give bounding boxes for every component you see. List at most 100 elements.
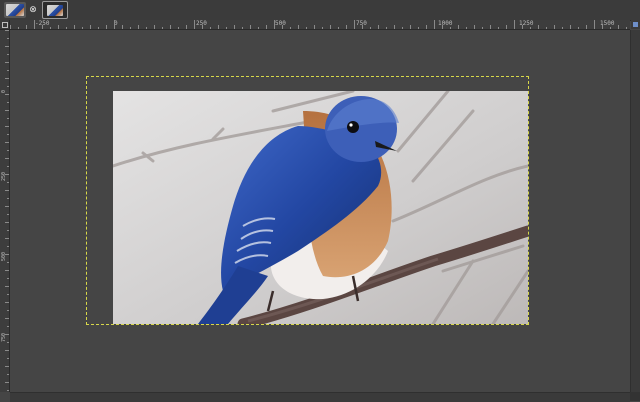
- ruler-tick: [138, 25, 139, 29]
- ruler-tick: [7, 358, 9, 359]
- ruler-tick: [530, 27, 531, 29]
- ruler-tick: [7, 246, 9, 247]
- ruler-tick: [5, 158, 9, 159]
- ruler-tick: [450, 27, 451, 29]
- ruler-tick: [370, 27, 371, 29]
- ruler-tick: [5, 286, 9, 287]
- ruler-tick: [586, 25, 587, 29]
- ruler-tick: [538, 25, 539, 29]
- ruler-tick: [5, 126, 9, 127]
- ruler-tick: [274, 20, 275, 29]
- ruler-tick: [98, 27, 99, 29]
- ruler-tick: [5, 366, 9, 367]
- ruler-tick: [5, 254, 9, 255]
- ruler-tick: [202, 25, 203, 29]
- ruler-tick: [410, 25, 411, 29]
- image-tab-2-active[interactable]: [42, 1, 68, 19]
- horizontal-ruler[interactable]: -250 0 250 500 750 1000 1250 1500: [10, 20, 630, 30]
- ruler-tick: [506, 25, 507, 29]
- ruler-tick: [5, 238, 9, 239]
- ruler-tick: [178, 27, 179, 29]
- quick-mask-toggle[interactable]: [0, 20, 10, 30]
- ruler-tick: [210, 27, 211, 29]
- ruler-tick: [7, 150, 9, 151]
- ruler-tick: [74, 25, 75, 29]
- ruler-tick: [474, 25, 475, 29]
- bluebird-photo[interactable]: [113, 91, 528, 324]
- ruler-tick: [122, 25, 123, 29]
- ruler-tick: [18, 27, 19, 29]
- ruler-tick: [90, 25, 91, 29]
- ruler-tick: [66, 27, 67, 29]
- ruler-tick: [5, 382, 9, 383]
- ruler-tick: [186, 25, 187, 29]
- ruler-tick: [442, 25, 443, 29]
- navigate-button[interactable]: [631, 20, 640, 29]
- ruler-tick: [5, 222, 9, 223]
- ruler-tick: [7, 70, 9, 71]
- ruler-tick: [5, 318, 9, 319]
- ruler-tick: [5, 46, 9, 47]
- photo-icon: [113, 91, 528, 324]
- zoom-corner: [630, 392, 640, 401]
- ruler-tick: [610, 27, 611, 29]
- ruler-tick: [7, 134, 9, 135]
- ruler-tick: [10, 25, 11, 29]
- ruler-tick: [7, 198, 9, 199]
- ruler-tick: [234, 25, 235, 29]
- ruler-tick: [5, 142, 9, 143]
- image-tab-1[interactable]: [4, 2, 26, 18]
- ruler-tick: [5, 350, 9, 351]
- ruler-tick: [498, 27, 499, 29]
- ruler-tick: [298, 25, 299, 29]
- ruler-tick: [154, 25, 155, 29]
- ruler-tick: [7, 294, 9, 295]
- ruler-tick: [546, 27, 547, 29]
- ruler-tick: [7, 278, 9, 279]
- ruler-tick: [7, 38, 9, 39]
- ruler-tick: [194, 20, 195, 29]
- navigate-icon: [633, 22, 638, 27]
- vertical-ruler[interactable]: 0 250 500 750: [0, 30, 10, 392]
- ruler-tick: [466, 27, 467, 29]
- ruler-tick: [7, 310, 9, 311]
- ruler-label: 0: [1, 90, 7, 94]
- vertical-scrollbar[interactable]: [630, 30, 640, 392]
- ruler-tick: [578, 27, 579, 29]
- ruler-tick: [170, 25, 171, 29]
- image-canvas[interactable]: [10, 30, 630, 392]
- ruler-tick: [250, 25, 251, 29]
- ruler-tick: [282, 25, 283, 29]
- ruler-tick: [162, 27, 163, 29]
- ruler-tick: [7, 262, 9, 263]
- ruler-tick: [26, 25, 27, 29]
- ruler-tick: [42, 25, 43, 29]
- close-tab-icon[interactable]: ⊗: [28, 4, 38, 16]
- ruler-label: 1000: [438, 20, 453, 27]
- ruler-tick: [5, 190, 9, 191]
- ruler-tick: [7, 214, 9, 215]
- ruler-tick: [114, 20, 115, 29]
- ruler-tick: [562, 27, 563, 29]
- ruler-tick: [266, 25, 267, 29]
- ruler-tick: [130, 27, 131, 29]
- ruler-tick: [378, 25, 379, 29]
- ruler-tick: [418, 27, 419, 29]
- ruler-tick: [554, 25, 555, 29]
- ruler-tick: [82, 27, 83, 29]
- ruler-tick: [306, 27, 307, 29]
- ruler-tick: [226, 27, 227, 29]
- ruler-tick: [354, 20, 355, 29]
- ruler-tick: [5, 94, 9, 95]
- ruler-tick: [626, 27, 627, 29]
- ruler-tick: [7, 182, 9, 183]
- square-icon: [2, 22, 8, 28]
- ruler-tick: [258, 27, 259, 29]
- ruler-tick: [106, 25, 107, 29]
- ruler-tick: [522, 25, 523, 29]
- ruler-tick: [7, 118, 9, 119]
- ruler-tick: [218, 25, 219, 29]
- ruler-tick: [7, 86, 9, 87]
- ruler-tick: [346, 25, 347, 29]
- ruler-tick: [34, 20, 35, 29]
